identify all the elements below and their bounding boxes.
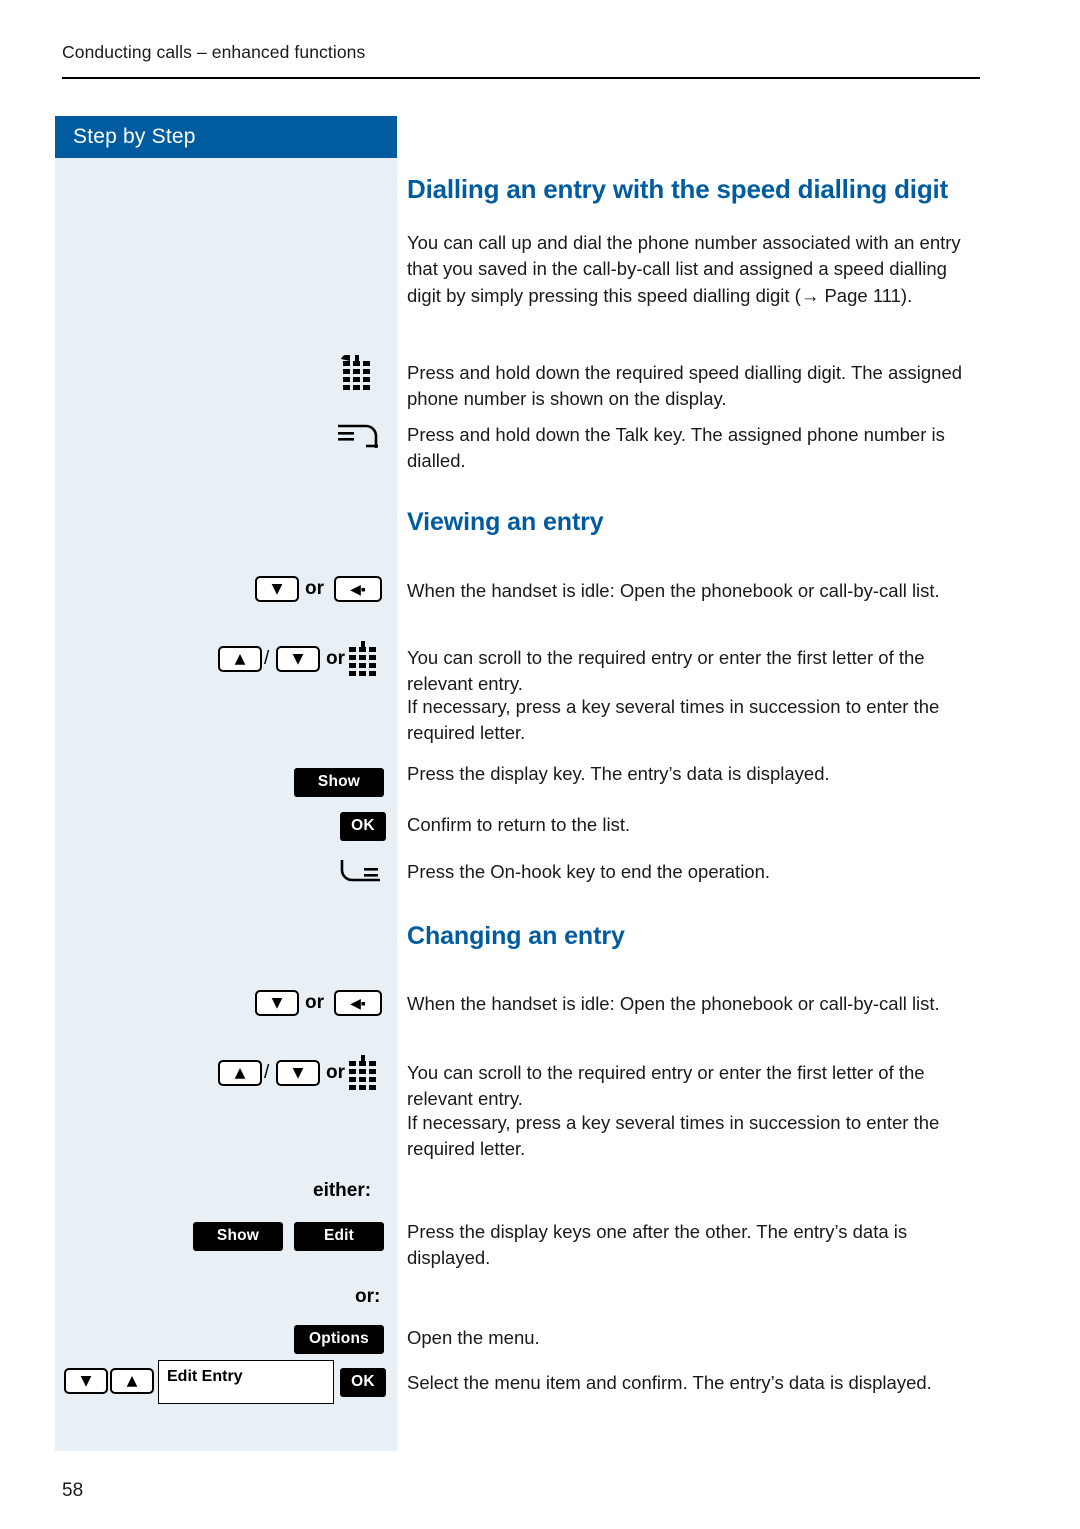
- paragraph-viewing-press-key-several: If necessary, press a key several times …: [407, 696, 940, 744]
- paragraph-press-hold-talk-key: Press and hold down the Talk key. The as…: [407, 424, 945, 472]
- edit-key[interactable]: Edit: [294, 1222, 384, 1251]
- or-label-2: or: [326, 648, 345, 669]
- paragraph-changing-scroll: You can scroll to the required entry or …: [407, 1062, 925, 1110]
- edit-entry-field[interactable]: Edit Entry: [158, 1360, 334, 1404]
- or-label-1: or: [305, 992, 324, 1013]
- down-key-icon[interactable]: ▼: [276, 646, 320, 672]
- on-hook-key-icon: [336, 858, 384, 891]
- section-heading-dialling: Dialling an entry with the speed diallin…: [407, 174, 948, 204]
- down-key-icon[interactable]: ▼: [255, 990, 299, 1016]
- slash-separator-1: /: [264, 648, 270, 669]
- paragraph-changing-press-key-several: If necessary, press a key several times …: [407, 1112, 940, 1160]
- show-key[interactable]: Show: [193, 1222, 283, 1251]
- up-key-icon[interactable]: ▲: [218, 646, 262, 672]
- paragraph-viewing-display-key: Press the display key. The entry’s data …: [407, 763, 830, 784]
- or-label-3: or:: [355, 1286, 381, 1307]
- paragraph-changing-display-keys: Press the display keys one after the oth…: [407, 1221, 908, 1269]
- keypad-icon: [349, 641, 385, 682]
- keypad-icon: [341, 354, 383, 400]
- down-key-icon[interactable]: ▼: [255, 576, 299, 602]
- or-label-1: or: [305, 578, 324, 599]
- options-key[interactable]: Options: [294, 1325, 384, 1354]
- paragraph-viewing-open-list: When the handset is idle: Open the phone…: [407, 580, 940, 601]
- show-key[interactable]: Show: [294, 768, 384, 797]
- paragraph-changing-select-confirm: Select the menu item and confirm. The en…: [407, 1372, 932, 1393]
- slash-separator-2: /: [264, 1062, 270, 1083]
- page-number: 58: [62, 1480, 84, 1501]
- paragraph-changing-open-menu: Open the menu.: [407, 1327, 540, 1348]
- header-divider: [62, 77, 980, 79]
- up-key-icon[interactable]: ▲: [110, 1368, 154, 1394]
- phonebook-key-icon[interactable]: ◀▪: [334, 576, 382, 602]
- paragraph-dialling-intro: You can call up and dial the phone numbe…: [407, 232, 961, 306]
- paragraph-viewing-confirm: Confirm to return to the list.: [407, 814, 631, 835]
- section-heading-viewing: Viewing an entry: [407, 508, 604, 536]
- paragraph-press-hold-speed-digit: Press and hold down the required speed d…: [407, 362, 963, 410]
- talk-key-icon: [336, 424, 384, 455]
- or-label-2: or: [326, 1062, 345, 1083]
- keypad-icon: [349, 1055, 385, 1096]
- step-by-step-title: Step by Step: [73, 125, 196, 148]
- paragraph-viewing-on-hook: Press the On-hook key to end the operati…: [407, 861, 771, 882]
- step-by-step-column: [55, 158, 397, 1451]
- down-key-icon[interactable]: ▼: [276, 1060, 320, 1086]
- paragraph-viewing-scroll: You can scroll to the required entry or …: [407, 647, 925, 695]
- paragraph-changing-open-list: When the handset is idle: Open the phone…: [407, 993, 940, 1014]
- ok-key[interactable]: OK: [340, 812, 386, 841]
- edit-entry-label: Edit Entry: [167, 1368, 243, 1385]
- down-key-icon[interactable]: ▼: [64, 1368, 108, 1394]
- step-by-step-banner: Step by Step: [55, 116, 397, 158]
- running-head: Conducting calls – enhanced functions: [62, 42, 366, 62]
- up-key-icon[interactable]: ▲: [218, 1060, 262, 1086]
- ok-key[interactable]: OK: [340, 1368, 386, 1397]
- section-heading-changing: Changing an entry: [407, 922, 625, 950]
- phonebook-key-icon[interactable]: ◀▪: [334, 990, 382, 1016]
- either-label: either:: [313, 1180, 372, 1201]
